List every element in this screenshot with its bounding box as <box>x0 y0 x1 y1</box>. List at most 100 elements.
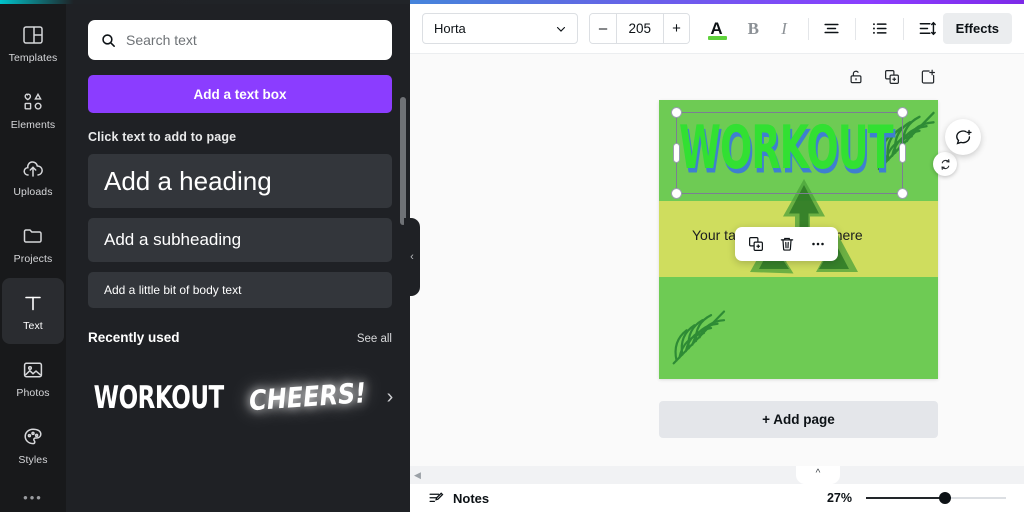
sidebar-item-label: Text <box>23 319 43 332</box>
sidebar-item-styles[interactable]: Styles <box>2 412 64 478</box>
font-family-select[interactable]: Horta <box>422 13 579 44</box>
font-family-value: Horta <box>434 21 466 36</box>
sidebar-item-projects[interactable]: Projects <box>2 211 64 277</box>
search-box[interactable] <box>88 20 392 60</box>
click-text-hint: Click text to add to page <box>88 130 237 144</box>
panel-scrollbar[interactable] <box>400 97 406 225</box>
recently-used-header: Recently used See all <box>88 330 392 345</box>
sidebar-item-elements[interactable]: Elements <box>2 77 64 143</box>
projects-icon <box>21 224 45 248</box>
duplicate-icon[interactable] <box>883 68 901 86</box>
recent-thumb-cheers[interactable]: CHEERS! <box>248 369 368 425</box>
see-all-link[interactable]: See all <box>357 333 392 345</box>
zoom-slider-fill <box>866 497 945 499</box>
photos-icon <box>21 358 45 382</box>
recent-thumb-label: WORKOUT <box>93 378 225 416</box>
text-panel: Add a text box Click text to add to page… <box>66 4 410 512</box>
italic-button[interactable]: I <box>769 12 800 45</box>
zoom-percent: 27% <box>826 491 852 505</box>
search-icon <box>100 32 117 49</box>
resize-handle-top-right[interactable] <box>897 107 908 118</box>
elements-icon <box>21 90 45 114</box>
search-input[interactable] <box>126 32 380 48</box>
panel-collapse-button[interactable]: ‹ <box>404 218 420 296</box>
rotate-icon <box>939 158 952 171</box>
line-spacing-button[interactable] <box>912 12 943 45</box>
add-comment-icon <box>954 128 973 147</box>
text-preset-label: Add a subheading <box>104 230 242 249</box>
chevron-right-icon[interactable]: › <box>387 386 400 409</box>
recent-thumb-label: CHEERS! <box>248 376 368 418</box>
resize-handle-bottom-right[interactable] <box>897 188 908 199</box>
notes-button[interactable]: Notes <box>428 490 489 507</box>
sidebar-more-button[interactable]: ••• <box>23 491 43 504</box>
duplicate-icon <box>747 235 765 253</box>
zoom-slider[interactable] <box>866 491 1006 505</box>
text-preset-body[interactable]: Add a little bit of body text <box>88 272 392 308</box>
italic-label: I <box>781 18 787 38</box>
lock-icon[interactable] <box>847 68 865 86</box>
toolbar-divider <box>807 17 809 40</box>
canvas-workspace: WORKOUT Your tagline goes right here <box>410 54 1024 466</box>
palm-leaf-icon <box>672 310 726 365</box>
line-spacing-icon <box>918 19 937 38</box>
templates-icon <box>21 23 45 47</box>
expand-panel-button[interactable]: ^ <box>796 466 840 484</box>
sidebar-item-label: Projects <box>13 252 53 265</box>
styles-icon <box>21 425 45 449</box>
sidebar-item-photos[interactable]: Photos <box>2 345 64 411</box>
horizontal-scrollbar[interactable]: ◀ ^ <box>410 466 1024 484</box>
selection-frame[interactable] <box>671 107 908 199</box>
text-color-button[interactable]: A <box>701 12 732 45</box>
notes-icon <box>428 490 445 507</box>
recently-used-title: Recently used <box>88 330 180 345</box>
sidebar-item-label: Photos <box>16 386 50 399</box>
resize-handle-left[interactable] <box>673 143 680 163</box>
text-preset-subheading[interactable]: Add a subheading <box>88 218 392 262</box>
bullet-list-button[interactable] <box>864 12 895 45</box>
resize-handle-bottom-left[interactable] <box>671 188 682 199</box>
add-page-icon[interactable] <box>919 68 937 86</box>
resize-handle-right[interactable] <box>899 143 906 163</box>
zoom-controls: 27% <box>827 491 1006 505</box>
sidebar-item-label: Templates <box>8 51 58 64</box>
text-preset-heading[interactable]: Add a heading <box>88 154 392 208</box>
add-text-box-button[interactable]: Add a text box <box>88 75 392 113</box>
text-icon <box>21 291 45 315</box>
add-page-button[interactable]: + Add page <box>659 401 938 438</box>
sidebar-item-label: Uploads <box>13 185 53 198</box>
text-preset-label: Add a heading <box>104 165 272 196</box>
bullet-list-icon <box>870 19 889 38</box>
effects-button[interactable]: Effects <box>942 13 1013 44</box>
align-center-icon <box>822 19 841 38</box>
canva-editor-window: Templates Elements Uploads Projects Text… <box>0 0 1024 512</box>
more-options-button[interactable] <box>804 231 831 258</box>
more-icon <box>809 235 827 253</box>
element-context-toolbar <box>735 227 838 261</box>
recently-used-list: WORKOUT CHEERS! › <box>88 369 394 425</box>
sidebar-item-label: Styles <box>18 453 48 466</box>
font-size-decrease-button[interactable]: – <box>590 14 616 43</box>
font-size-stepper: – + <box>589 13 691 44</box>
chevron-left-small-icon[interactable]: ◀ <box>414 470 421 481</box>
bold-button[interactable]: B <box>738 12 769 45</box>
duplicate-button[interactable] <box>742 231 769 258</box>
page-tools <box>847 68 937 86</box>
trash-icon <box>778 235 796 253</box>
recent-thumb-workout[interactable]: WORKOUT <box>88 369 229 425</box>
delete-button[interactable] <box>773 231 800 258</box>
font-size-increase-button[interactable]: + <box>663 14 690 43</box>
font-size-input[interactable] <box>615 14 664 43</box>
chevron-up-icon: ^ <box>815 468 821 479</box>
align-button[interactable] <box>816 12 847 45</box>
sidebar-item-uploads[interactable]: Uploads <box>2 144 64 210</box>
brand-gradient-bar-dark <box>0 0 410 4</box>
toolbar-divider <box>902 17 904 40</box>
text-toolbar: Horta – + A B I <box>410 4 1024 54</box>
resize-handle-top-left[interactable] <box>671 107 682 118</box>
add-comment-button[interactable] <box>945 119 981 155</box>
sidebar-item-text[interactable]: Text <box>2 278 64 344</box>
sidebar-item-templates[interactable]: Templates <box>2 10 64 76</box>
rotate-handle[interactable] <box>933 152 957 176</box>
zoom-slider-knob[interactable] <box>938 492 951 504</box>
